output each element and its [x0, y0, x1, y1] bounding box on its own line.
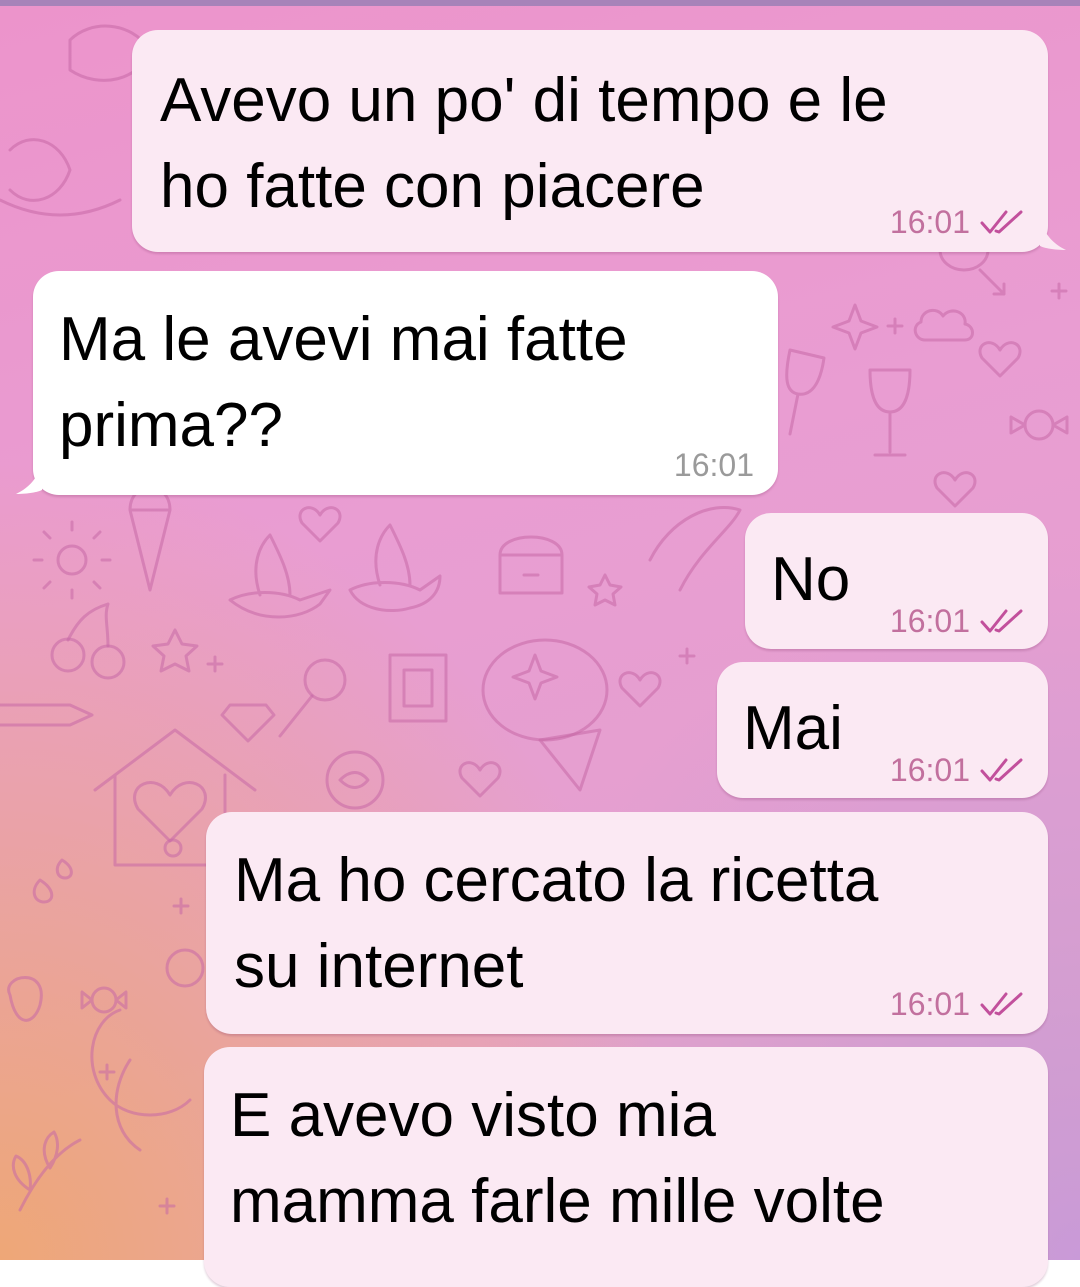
message-bubble-incoming[interactable]: Ma le avevi mai fatte prima?? 16:01: [33, 271, 778, 495]
plus-doodle: [1050, 282, 1068, 300]
message-text-line: ho fatte con piacere: [160, 152, 705, 221]
cloud-doodle: [913, 308, 974, 342]
bubble-tail: [16, 466, 42, 494]
message-time: 16:01: [889, 204, 970, 240]
message-time: 16:01: [673, 447, 754, 483]
eggplant-doodle: [648, 505, 742, 592]
plus-doodle: [886, 317, 904, 335]
sparkle-doodle: [511, 653, 559, 701]
heart-doodle: [298, 506, 342, 543]
star-doodle: [587, 573, 623, 607]
message-meta: 16:01: [890, 752, 1024, 788]
message-text-line: su internet: [234, 932, 524, 1001]
heart-doodle: [978, 341, 1022, 378]
double-check-read-icon: [980, 757, 1024, 783]
heart-doodle: [933, 471, 977, 508]
heart-doodle: [458, 761, 502, 798]
heart-box-doodle: [618, 671, 662, 708]
message-text-line: mamma farle mille volte: [230, 1167, 885, 1236]
message-text-line: Mai: [743, 694, 843, 763]
double-check-read-icon: [980, 209, 1024, 235]
message-meta: 16:01: [890, 603, 1024, 639]
message-meta: 16:01: [890, 204, 1024, 240]
chest-doodle: [498, 535, 564, 595]
mirror-doodle: [481, 638, 609, 742]
diamond-doodle: [220, 703, 276, 743]
sun-rays-doodle: [32, 520, 112, 600]
message-meta: 16:01: [674, 447, 754, 483]
teddy-ear-doodle: [165, 948, 205, 988]
dove-doodle: [348, 523, 442, 612]
plus-doodle: [678, 647, 696, 665]
egg-doodle: [8, 138, 72, 202]
glass-doodle: [785, 348, 826, 436]
message-bubble-outgoing[interactable]: No 16:01: [745, 513, 1048, 649]
sun-doodle: [56, 544, 88, 576]
pendant-doodle: [538, 728, 602, 792]
ice-cream-doodle: [128, 486, 172, 592]
sparkle-doodle: [831, 303, 879, 351]
strawberry-doodle: [7, 976, 43, 1022]
stamp-doodle: [388, 653, 448, 723]
message-text-line: E avevo visto mia: [230, 1081, 716, 1150]
drop-doodle: [55, 858, 73, 880]
message-text-line: Avevo un po' di tempo e le: [160, 66, 888, 135]
double-check-read-icon: [980, 991, 1024, 1017]
candy-doodle: [80, 986, 128, 1014]
birdhouse-hole-doodle: [163, 838, 183, 858]
rose-doodle: [325, 750, 385, 810]
plus-doodle: [98, 1063, 116, 1081]
nest-doodle: [0, 198, 122, 217]
banner-doodle: [0, 703, 94, 727]
plus-doodle: [158, 1197, 176, 1215]
heart-doodle: [133, 781, 207, 843]
bubble-tail: [1040, 222, 1066, 250]
leaf-doodle: [11, 1130, 82, 1212]
message-time: 16:01: [889, 603, 970, 639]
drop-doodle: [32, 878, 54, 904]
rose-petal-doodle: [338, 771, 370, 789]
star-doodle: [151, 628, 199, 673]
lollipop-doodle: [303, 658, 347, 702]
cherry-doodle: [90, 644, 126, 680]
plus-doodle: [206, 655, 224, 673]
glass-doodle: [868, 368, 912, 457]
message-time: 16:01: [889, 752, 970, 788]
message-time: 16:01: [889, 986, 970, 1022]
double-check-read-icon: [980, 608, 1024, 634]
message-bubble-outgoing[interactable]: E avevo visto mia mamma farle mille volt…: [204, 1047, 1048, 1287]
message-bubble-outgoing[interactable]: Avevo un po' di tempo e le ho fatte con …: [132, 30, 1048, 252]
message-text-line: Ma ho cercato la ricetta: [234, 846, 879, 915]
message-text-line: Ma le avevi mai fatte: [59, 305, 628, 374]
plus-doodle: [172, 897, 190, 915]
cherry-doodle: [50, 637, 86, 673]
candy-doodle: [1009, 409, 1069, 441]
message-text-line: prima??: [59, 391, 283, 460]
dove-doodle: [228, 533, 332, 619]
message-text-line: No: [771, 545, 851, 614]
message-bubble-outgoing[interactable]: Ma ho cercato la ricetta su internet 16:…: [206, 812, 1048, 1034]
message-bubble-outgoing[interactable]: Mai 16:01: [717, 662, 1048, 798]
message-meta: 16:01: [890, 986, 1024, 1022]
lollipop-stick-doodle: [278, 694, 314, 738]
